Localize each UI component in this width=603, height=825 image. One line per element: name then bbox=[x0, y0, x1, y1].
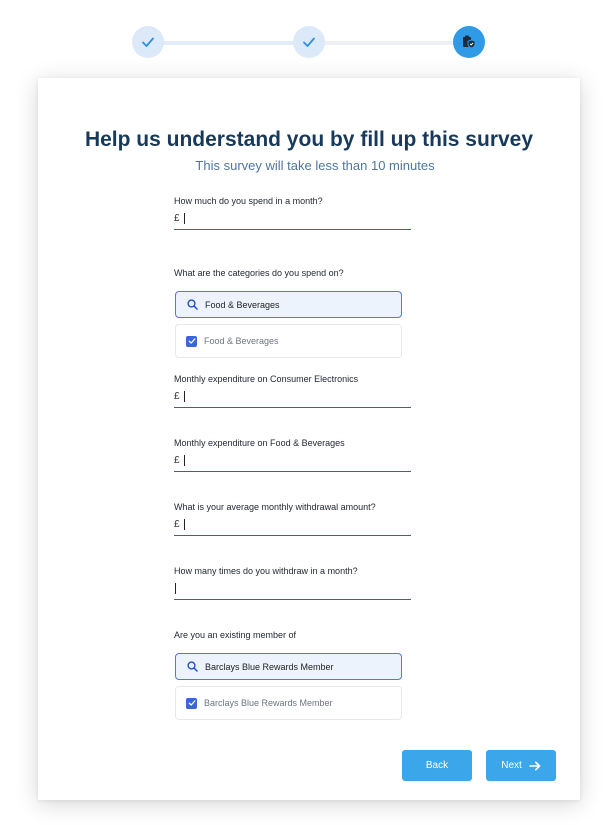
back-button[interactable]: Back bbox=[402, 750, 472, 781]
question-withdrawal-label: What is your average monthly withdrawal … bbox=[174, 502, 376, 512]
step-3-current[interactable] bbox=[453, 26, 485, 58]
back-button-label: Back bbox=[425, 760, 449, 771]
text-cursor bbox=[183, 213, 185, 224]
option-label: Barclays Blue Rewards Member bbox=[204, 698, 333, 708]
checkbox-checked[interactable] bbox=[186, 335, 197, 347]
text-cursor bbox=[183, 391, 185, 402]
survey-card: Help us understand you by fill up this s… bbox=[38, 78, 580, 800]
check-icon bbox=[188, 700, 195, 706]
text-cursor bbox=[175, 583, 176, 594]
stepper-connector-1 bbox=[160, 41, 296, 45]
next-button-label: Next bbox=[501, 760, 522, 771]
currency-prefix: £ bbox=[174, 519, 180, 530]
search-icon bbox=[187, 661, 198, 672]
electronics-expenditure-input[interactable]: £ bbox=[174, 386, 411, 408]
step-2-complete[interactable] bbox=[293, 26, 325, 58]
monthly-spend-input[interactable]: £ bbox=[174, 208, 411, 230]
text-cursor bbox=[183, 519, 185, 530]
text-cursor bbox=[183, 455, 185, 466]
category-option[interactable]: Food & Beverages bbox=[175, 324, 402, 358]
next-button[interactable]: Next bbox=[486, 750, 556, 781]
membership-search-input[interactable]: Barclays Blue Rewards Member bbox=[175, 653, 402, 680]
currency-prefix: £ bbox=[174, 455, 180, 466]
page-subtitle: This survey will take less than 10 minut… bbox=[195, 158, 435, 173]
membership-option[interactable]: Barclays Blue Rewards Member bbox=[175, 686, 402, 720]
question-food-label: Monthly expenditure on Food & Beverages bbox=[174, 438, 345, 448]
page-title: Help us understand you by fill up this s… bbox=[84, 128, 534, 151]
stepper-connector-2 bbox=[322, 41, 458, 45]
search-icon bbox=[187, 299, 198, 310]
question-monthly-spend-label: How much do you spend in a month? bbox=[174, 196, 323, 206]
checkbox-checked[interactable] bbox=[186, 697, 197, 709]
check-icon bbox=[303, 37, 315, 47]
document-shield-icon bbox=[463, 35, 476, 49]
question-categories-label: What are the categories do you spend on? bbox=[174, 268, 344, 278]
arrow-right-icon bbox=[528, 761, 541, 771]
food-expenditure-input[interactable]: £ bbox=[174, 450, 411, 472]
search-value: Barclays Blue Rewards Member bbox=[205, 661, 334, 672]
progress-stepper bbox=[0, 26, 603, 60]
question-withdraw-times-label: How many times do you withdraw in a mont… bbox=[174, 566, 358, 576]
option-label: Food & Beverages bbox=[204, 336, 279, 346]
category-search-input[interactable]: Food & Beverages bbox=[175, 291, 402, 318]
question-membership-label: Are you an existing member of bbox=[174, 630, 297, 640]
check-icon bbox=[188, 338, 195, 344]
search-value: Food & Beverages bbox=[205, 299, 280, 310]
currency-prefix: £ bbox=[174, 213, 180, 224]
step-1-complete[interactable] bbox=[132, 26, 164, 58]
currency-prefix: £ bbox=[174, 391, 180, 402]
withdraw-times-input[interactable] bbox=[174, 578, 411, 600]
withdrawal-amount-input[interactable]: £ bbox=[174, 514, 411, 536]
question-electronics-label: Monthly expenditure on Consumer Electron… bbox=[174, 374, 359, 384]
check-icon bbox=[142, 37, 154, 47]
